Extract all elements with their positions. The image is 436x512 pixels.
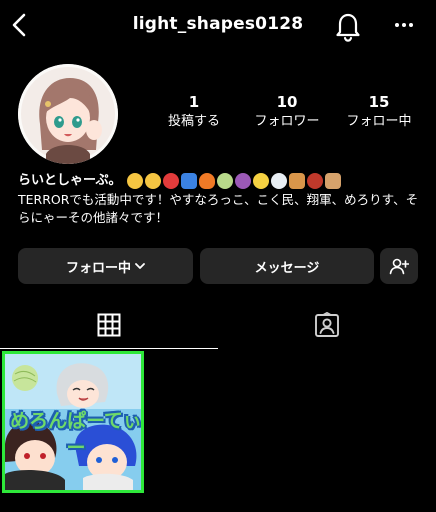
following-count-label: フォロー中 xyxy=(346,114,412,129)
suggested-users-button[interactable] xyxy=(380,248,418,284)
followers-count-label: フォロワー xyxy=(254,114,320,129)
top-bar: light_shapes0128 xyxy=(0,0,436,52)
followers-count-value: 10 xyxy=(276,93,298,111)
message-button[interactable]: メッセージ xyxy=(200,248,374,284)
emoji-row xyxy=(127,173,342,189)
thinking-face-icon xyxy=(127,173,144,189)
posts-count[interactable]: 1 投稿する xyxy=(149,93,239,131)
display-name: らいとしゃーぷ。 xyxy=(18,173,122,188)
sa-button-icon xyxy=(181,173,198,189)
more-options-button[interactable] xyxy=(390,12,418,38)
grid-icon xyxy=(97,313,121,337)
profile-avatar[interactable] xyxy=(18,64,118,164)
melon-icon xyxy=(217,173,234,189)
profile-page: light_shapes0128 1 投稿する 10 フォロワー 15 フォロー… xyxy=(0,0,436,512)
post-title-text: めろんぱーてぃー xyxy=(10,410,142,459)
profile-username: light_shapes0128 xyxy=(132,14,304,34)
posts-count-label: 投稿する xyxy=(167,114,220,129)
bio-text: TERRORでも活動中です！やすなろっこ、こく民、翔軍、めろりす、そらにゃーその… xyxy=(18,192,419,225)
face-with-open-mouth-icon xyxy=(145,173,162,189)
profile-bio: らいとしゃーぷ。 TERRORでも活動中です！やすなろっこ、こく民、翔軍、めろり… xyxy=(18,172,428,227)
ferris-wheel-icon xyxy=(307,173,324,189)
notifications-button[interactable] xyxy=(334,10,362,42)
cat-icon xyxy=(289,173,306,189)
bell-icon xyxy=(336,13,360,42)
chevron-down-icon xyxy=(135,263,145,269)
following-count[interactable]: 15 フォロー中 xyxy=(334,93,424,131)
followers-count[interactable]: 10 フォロワー xyxy=(242,93,332,131)
tab-posts-grid[interactable] xyxy=(0,302,218,348)
active-tab-indicator xyxy=(0,348,218,349)
more-horizontal-icon xyxy=(395,23,413,27)
post-thumbnail[interactable]: めろんぱーてぃー xyxy=(2,351,144,493)
carousel-horse-icon xyxy=(325,173,342,189)
following-button[interactable]: フォロー中 xyxy=(18,248,193,284)
cloud-icon xyxy=(271,173,288,189)
tab-tagged[interactable] xyxy=(218,302,436,348)
fire-icon xyxy=(199,173,216,189)
person-gesturing-no-icon xyxy=(235,173,252,189)
add-person-icon xyxy=(389,258,409,275)
posts-count-value: 1 xyxy=(188,93,200,111)
balloon-icon xyxy=(163,173,180,189)
following-button-label: フォロー中 xyxy=(65,260,131,276)
bio-name-row: らいとしゃーぷ。 xyxy=(18,172,428,190)
crescent-moon-icon xyxy=(253,173,270,189)
tagged-person-icon xyxy=(315,312,339,337)
message-button-label: メッセージ xyxy=(254,260,320,276)
following-count-value: 15 xyxy=(368,93,390,111)
